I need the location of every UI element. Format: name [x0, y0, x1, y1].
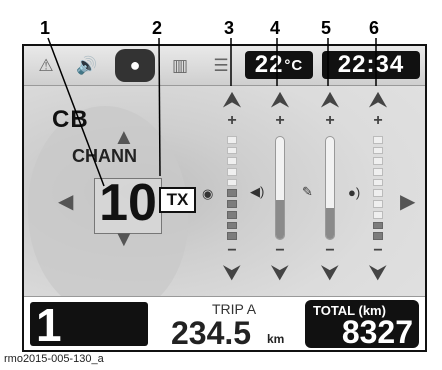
head-speaker-level-column[interactable]: ⮝ + − ⮟ [365, 90, 391, 290]
gear-display: 1 [30, 300, 148, 350]
top-status-bar: ⚠ 🔊 ● ▥ ☰ 22 °C 22:34 [24, 46, 425, 86]
level-segment [227, 135, 237, 144]
callout-5: 5 [321, 18, 332, 38]
trip-unit: km [267, 332, 285, 346]
level-segment [227, 210, 237, 219]
temperature-unit: °C [284, 56, 304, 74]
intercom-level-column[interactable]: ⮝ + − ⮟ [219, 90, 245, 290]
microphone-level-column[interactable]: ⮝ + − ⮟ [317, 90, 343, 290]
level-up-arrow-icon[interactable]: ⮝ [365, 90, 391, 110]
level-up-arrow-icon[interactable]: ⮝ [317, 90, 343, 110]
volume-icon: ◀) [250, 184, 265, 199]
temperature-value: 22 [254, 51, 284, 78]
level-plus-sign: + [373, 112, 383, 129]
channel-label: CHANN [72, 146, 137, 166]
level-segment [227, 157, 237, 166]
head-icon[interactable]: ● [115, 49, 155, 82]
gear-value: 1 [36, 299, 62, 351]
temperature-display: 22 °C [245, 51, 313, 79]
level-minus-sign: − [227, 242, 237, 259]
total-value: 8327 [341, 314, 413, 350]
volume-level-fill [276, 200, 284, 239]
speaker-icon[interactable]: 🔊 [72, 54, 102, 78]
volume-level-tube [275, 136, 285, 240]
clock-display: 22:34 [322, 51, 420, 79]
level-segment [373, 146, 383, 155]
level-segment [227, 189, 237, 198]
level-segment [227, 146, 237, 155]
level-plus-sign: + [227, 112, 237, 129]
menu-icon[interactable]: ☰ [208, 54, 234, 78]
volume-level-column[interactable]: ⮝ + − ⮟ [267, 90, 293, 290]
left-arrow-icon[interactable]: ◀ [58, 192, 73, 212]
callout-6: 6 [369, 18, 380, 38]
right-arrow-icon[interactable]: ▶ [400, 192, 415, 212]
callout-4: 4 [270, 18, 281, 38]
level-segment [373, 178, 383, 187]
level-up-arrow-icon[interactable]: ⮝ [219, 90, 245, 110]
callout-3: 3 [224, 18, 235, 38]
level-minus-sign: − [275, 242, 285, 259]
level-segment [373, 135, 383, 144]
level-plus-sign: + [275, 112, 285, 129]
clock-value: 22:34 [337, 51, 405, 78]
level-segment [227, 200, 237, 208]
level-segment [373, 189, 383, 198]
level-minus-sign: − [325, 242, 335, 259]
audio-source-label: CB [52, 106, 89, 133]
level-down-arrow-icon[interactable]: ⮟ [267, 262, 293, 284]
level-down-arrow-icon[interactable]: ⮟ [219, 262, 245, 284]
level-segment [227, 168, 237, 176]
dashboard-screen: ⚠ 🔊 ● ▥ ☰ 22 °C 22:34 CB ▲ CHANN 10 ▼ ◀ … [22, 44, 427, 352]
level-segment [373, 200, 383, 208]
channel-up-arrow-icon[interactable]: ▲ [113, 126, 135, 148]
level-down-arrow-icon[interactable]: ⮟ [365, 262, 391, 284]
level-plus-sign: + [325, 112, 335, 129]
book-icon[interactable]: ▥ [167, 54, 193, 78]
intercom-level-bar [227, 135, 237, 240]
callout-2: 2 [152, 18, 163, 38]
head-speaker-icon: ●) [348, 185, 361, 200]
head-speaker-level-bar [373, 135, 383, 240]
callout-1: 1 [40, 18, 51, 38]
channel-value[interactable]: 10 [94, 172, 162, 234]
level-segment [373, 157, 383, 166]
level-segment [373, 221, 383, 230]
tx-indicator: TX [159, 187, 196, 213]
level-segment [227, 178, 237, 187]
warning-icon[interactable]: ⚠ [34, 54, 58, 78]
microphone-level-fill [326, 208, 334, 239]
level-up-arrow-icon[interactable]: ⮝ [267, 90, 293, 110]
figure-caption: rmo2015-005-130_a [4, 353, 104, 365]
trip-value: 234.5 [171, 315, 252, 351]
microphone-icon: ✎ [302, 184, 313, 199]
bottom-info-bar: 1 TRIP A 234.5 km TOTAL (km) 8327 [24, 296, 425, 350]
level-down-arrow-icon[interactable]: ⮟ [317, 262, 343, 284]
microphone-level-tube [325, 136, 335, 240]
intercom-icon: ◉ [202, 186, 214, 201]
level-segment [227, 221, 237, 230]
level-segment [373, 210, 383, 219]
channel-down-arrow-icon[interactable]: ▼ [113, 228, 135, 250]
level-minus-sign: − [373, 242, 383, 259]
level-segment [373, 168, 383, 176]
level-segment [373, 232, 383, 240]
level-segment [227, 232, 237, 240]
total-odometer: TOTAL (km) 8327 [305, 300, 419, 350]
